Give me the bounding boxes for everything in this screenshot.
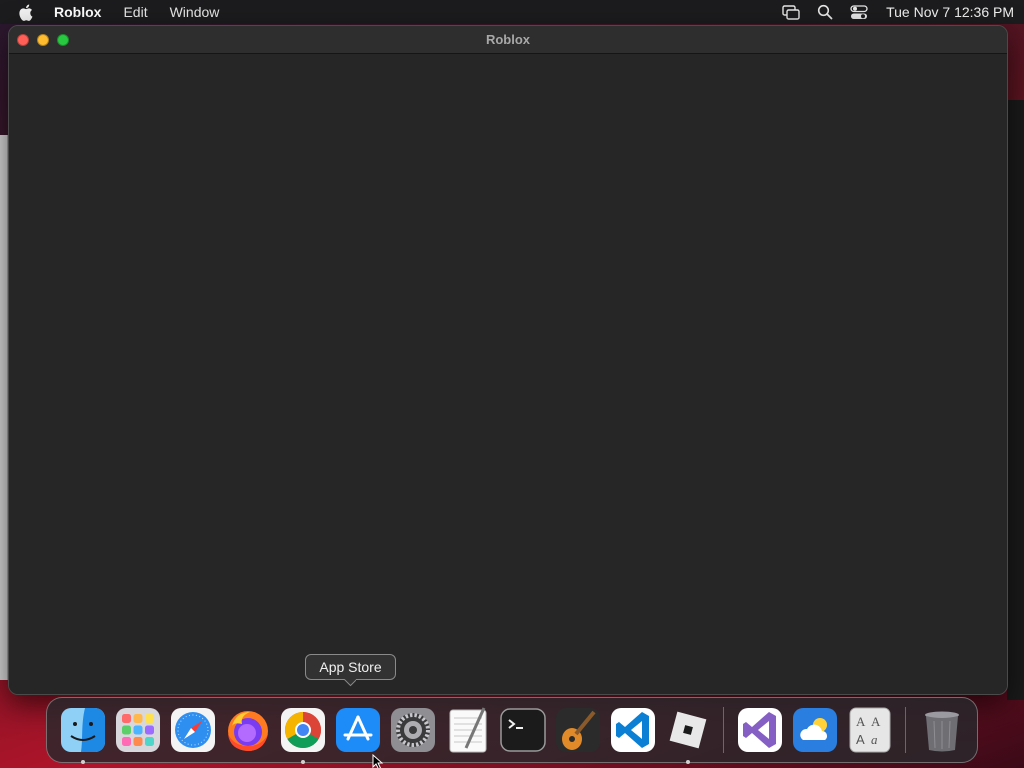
spotlight-search-icon[interactable]: [814, 3, 836, 21]
app-store-icon: [335, 708, 380, 752]
dock-item-trash[interactable]: [918, 706, 966, 754]
dock-tooltip: App Store: [305, 654, 396, 680]
dock-item-font-book[interactable]: A A A a: [846, 706, 894, 754]
textedit-icon: [449, 707, 486, 753]
running-indicator: [685, 760, 690, 764]
running-indicator: [80, 760, 85, 764]
finder-icon: [60, 708, 105, 752]
dock-item-textedit[interactable]: [444, 706, 492, 754]
window-minimize-button[interactable]: [37, 33, 49, 46]
window-title-bar[interactable]: Roblox: [9, 26, 1007, 54]
terminal-icon: [499, 708, 546, 752]
window-zoom-button[interactable]: [57, 33, 69, 46]
dock-item-chrome[interactable]: [279, 706, 327, 764]
svg-text:A: A: [871, 714, 881, 729]
dock-item-app-store[interactable]: [334, 706, 382, 754]
dock-separator: [905, 707, 906, 753]
dock-item-terminal[interactable]: [499, 706, 547, 754]
dock-item-safari[interactable]: [169, 706, 217, 754]
window-content-area[interactable]: [9, 54, 1007, 694]
dock-item-launchpad[interactable]: [114, 706, 162, 754]
background-window-edge: [0, 135, 8, 680]
apple-menu-icon[interactable]: [18, 3, 36, 21]
dock-item-vscode[interactable]: [609, 706, 657, 754]
dock-tooltip-arrow: [344, 679, 356, 687]
dock-item-system-settings[interactable]: [389, 706, 437, 754]
window-close-button[interactable]: [17, 33, 29, 46]
menu-window[interactable]: Window: [170, 4, 220, 20]
roblox-icon: [669, 711, 706, 749]
svg-text:a: a: [871, 732, 878, 747]
dock-item-visual-studio[interactable]: [736, 706, 784, 754]
svg-text:A: A: [856, 714, 866, 729]
trash-icon: [924, 711, 959, 752]
dock-item-garageband[interactable]: [554, 706, 602, 754]
dock-separator: [723, 707, 724, 753]
launchpad-icon: [115, 708, 160, 752]
mouse-cursor-icon: [372, 754, 384, 768]
firefox-icon: [227, 711, 268, 751]
chrome-icon: [280, 708, 325, 752]
dock-item-weather[interactable]: [791, 706, 839, 754]
window-title: Roblox: [485, 32, 531, 47]
dock-item-finder[interactable]: [59, 706, 107, 764]
garageband-icon: [555, 708, 600, 752]
screen-mirroring-icon[interactable]: [780, 3, 802, 21]
dock-item-firefox[interactable]: [224, 706, 272, 754]
visual-studio-icon: [737, 708, 782, 752]
svg-text:A: A: [856, 732, 865, 747]
menu-bar-clock[interactable]: Tue Nov 7 12:36 PM: [886, 4, 1014, 20]
background-window-edge-right: [1007, 100, 1024, 700]
menu-app-name[interactable]: Roblox: [54, 4, 101, 20]
font-book-icon: A A A a: [849, 707, 890, 753]
dock-item-roblox[interactable]: [664, 706, 712, 764]
weather-icon: [792, 708, 837, 752]
running-indicator: [300, 760, 305, 764]
safari-icon: [170, 708, 215, 752]
menu-edit[interactable]: Edit: [123, 4, 147, 20]
vscode-icon: [610, 708, 655, 752]
menu-bar: Roblox Edit Window Tue Nov 7 12:36 PM: [0, 0, 1024, 24]
roblox-window: Roblox: [8, 25, 1008, 695]
dock: A A A a: [46, 697, 978, 764]
system-settings-icon: [390, 708, 435, 752]
control-center-icon[interactable]: [848, 3, 870, 21]
